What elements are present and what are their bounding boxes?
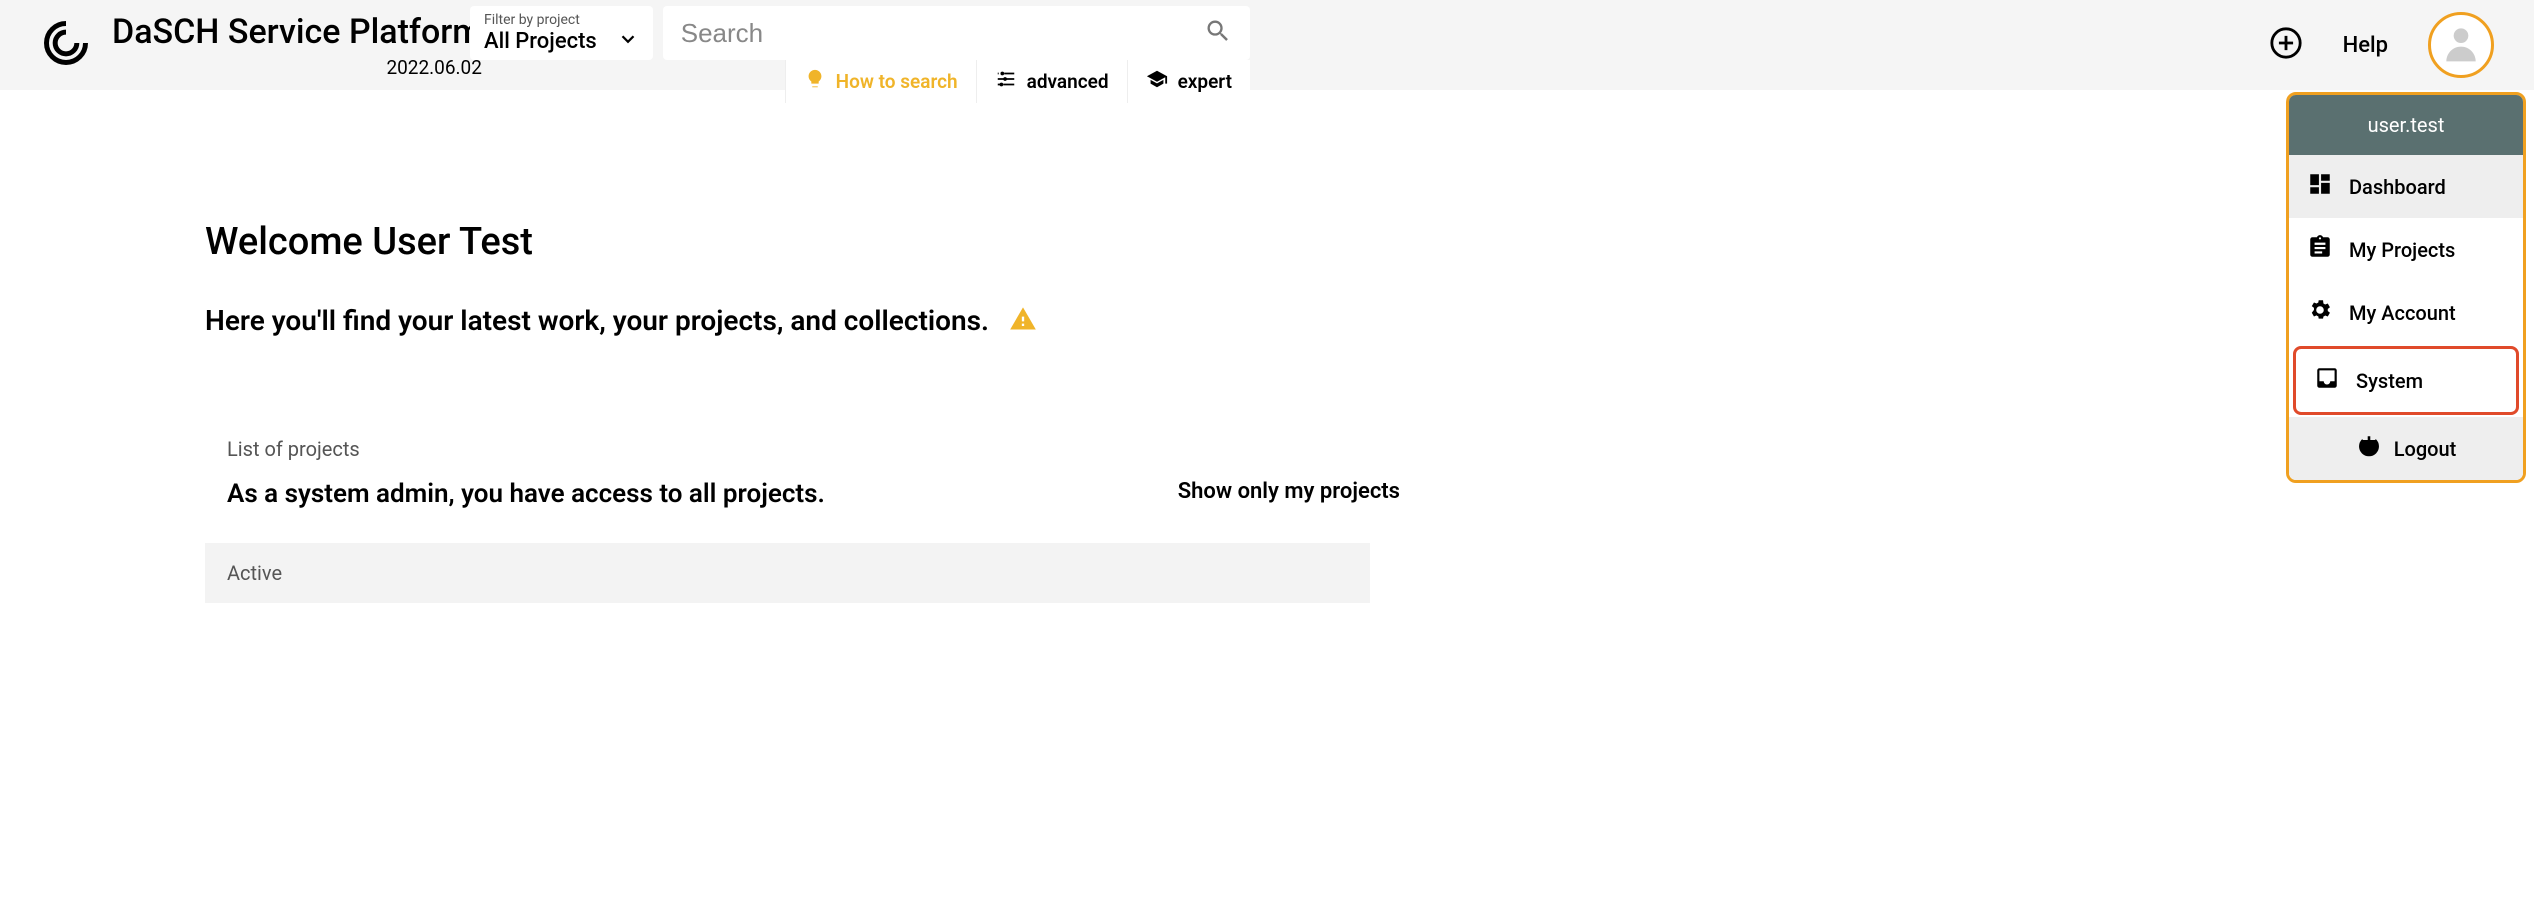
assignment-icon [2307, 234, 2333, 265]
add-button[interactable] [2269, 26, 2303, 64]
chevron-down-icon [617, 28, 639, 54]
menu-my-account[interactable]: My Account [2289, 281, 2523, 344]
menu-label: My Account [2349, 301, 2456, 325]
projects-list-label: List of projects [227, 437, 1400, 461]
user-dropdown: user.test Dashboard My Projects My Accou… [2286, 92, 2526, 483]
bulb-icon [804, 68, 826, 95]
filter-label: Filter by project [484, 12, 639, 28]
add-circle-icon [2269, 26, 2303, 64]
welcome-subtitle: Here you'll find your latest work, your … [205, 304, 989, 337]
header-right: Help [2269, 12, 2494, 78]
filter-value: All Projects [484, 29, 597, 54]
admin-note: As a system admin, you have access to al… [227, 479, 825, 509]
inbox-icon [2314, 365, 2340, 396]
help-link[interactable]: Help [2343, 33, 2388, 58]
search-icon[interactable] [1204, 17, 1232, 49]
project-filter[interactable]: Filter by project All Projects [470, 6, 653, 60]
menu-my-projects[interactable]: My Projects [2289, 218, 2523, 281]
advanced-label: advanced [1027, 70, 1109, 93]
logout-label: Logout [2394, 437, 2457, 461]
active-section-header[interactable]: Active [205, 543, 1370, 603]
logo-icon [40, 17, 92, 73]
search-area: Filter by project All Projects [470, 6, 1250, 103]
menu-logout[interactable]: Logout [2289, 417, 2523, 480]
avatar-icon [2439, 21, 2483, 69]
menu-label: System [2356, 369, 2423, 393]
warning-icon [1009, 305, 1037, 337]
app-version: 2022.06.02 [112, 56, 482, 79]
header-bar: DaSCH Service Platform 2022.06.02 Filter… [0, 0, 2534, 90]
app-title: DaSCH Service Platform [112, 12, 482, 52]
search-input[interactable] [681, 18, 1204, 49]
school-icon [1146, 68, 1168, 95]
search-box[interactable] [663, 6, 1250, 60]
expert-label: expert [1178, 70, 1232, 93]
power-icon [2356, 433, 2382, 464]
user-avatar[interactable] [2428, 12, 2494, 78]
how-to-search-link[interactable]: How to search [785, 60, 976, 103]
how-to-search-label: How to search [836, 70, 958, 93]
menu-dashboard[interactable]: Dashboard [2289, 155, 2523, 218]
advanced-search-link[interactable]: advanced [976, 60, 1127, 103]
tune-icon [995, 68, 1017, 95]
expert-search-link[interactable]: expert [1127, 60, 1250, 103]
toggle-my-projects[interactable]: Show only my projects [1178, 479, 1400, 504]
menu-system[interactable]: System [2293, 346, 2519, 415]
logo-area[interactable]: DaSCH Service Platform 2022.06.02 [40, 12, 482, 79]
dashboard-icon [2307, 171, 2333, 202]
settings-icon [2307, 297, 2333, 328]
menu-label: Dashboard [2349, 175, 2446, 199]
welcome-title: Welcome User Test [205, 220, 1400, 264]
main-content: Welcome User Test Here you'll find your … [0, 90, 1400, 603]
dropdown-username: user.test [2289, 95, 2523, 155]
menu-label: My Projects [2349, 238, 2455, 262]
